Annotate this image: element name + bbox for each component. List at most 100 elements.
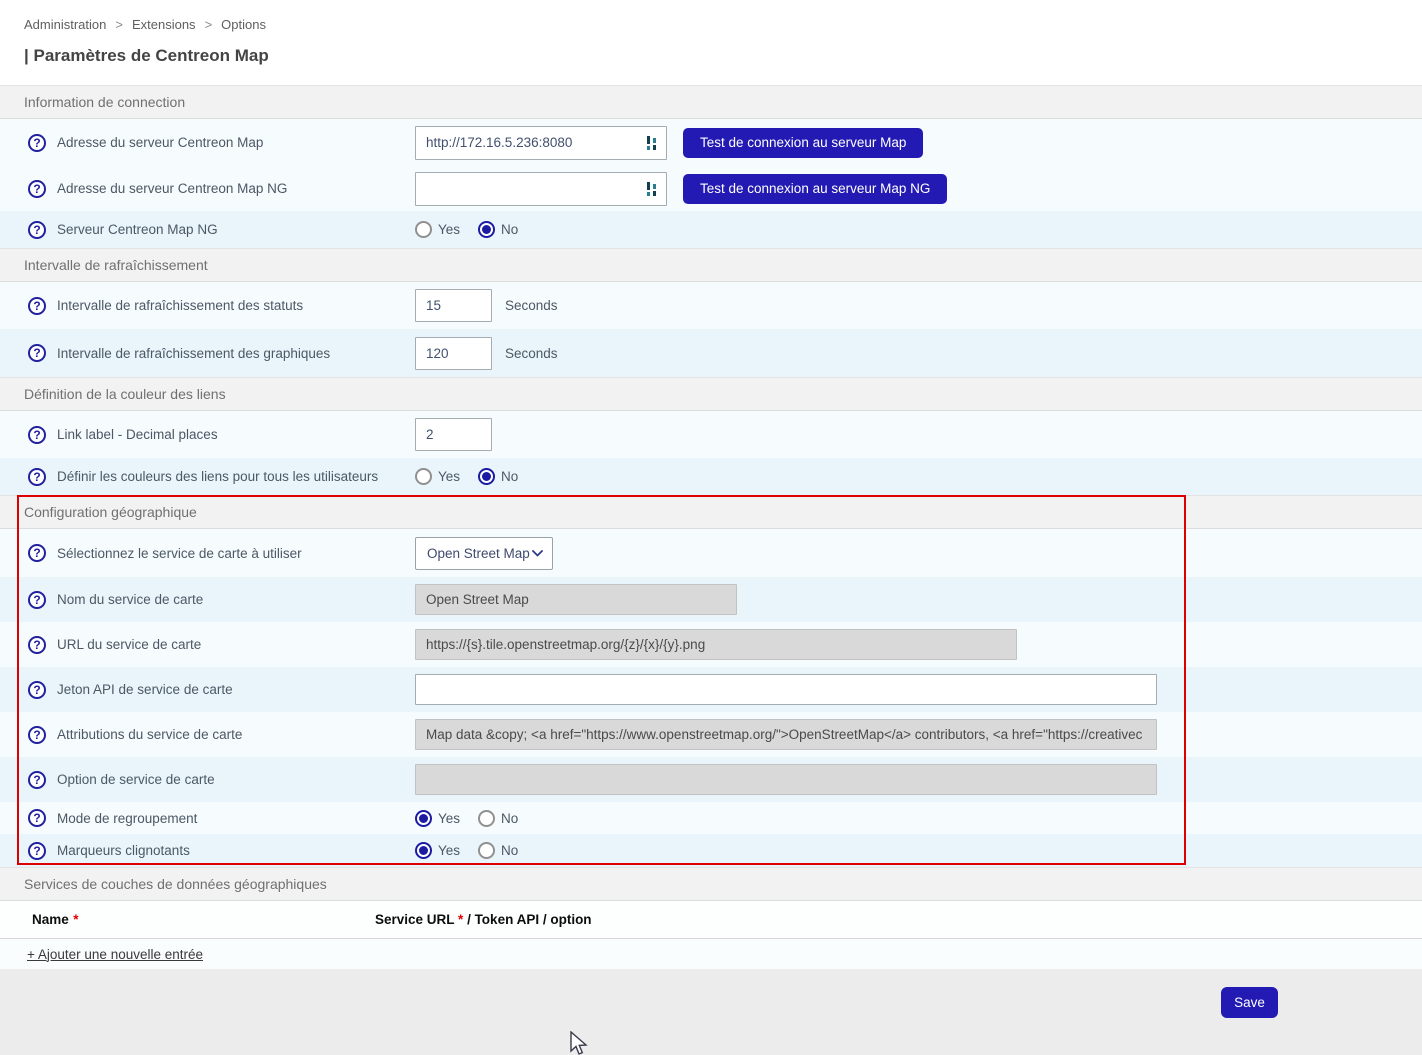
service-url-column-suffix: / Token API / option bbox=[463, 912, 591, 927]
help-icon[interactable]: ? bbox=[28, 221, 46, 239]
grouping-mode-radio-group: Yes No bbox=[415, 810, 518, 827]
row-controls bbox=[415, 764, 1157, 795]
breadcrumb-separator: > bbox=[205, 17, 213, 32]
status-interval-input[interactable] bbox=[415, 289, 492, 322]
row-label: ? Intervalle de rafraîchissement des sta… bbox=[0, 297, 415, 315]
blinking-markers-label: Marqueurs clignotants bbox=[57, 843, 190, 858]
help-icon[interactable]: ? bbox=[28, 468, 46, 486]
graph-interval-unit: Seconds bbox=[505, 346, 558, 361]
help-icon[interactable]: ? bbox=[28, 636, 46, 654]
row-controls: Open Street Map bbox=[415, 537, 553, 570]
help-icon[interactable]: ? bbox=[28, 591, 46, 609]
radio-yes[interactable]: Yes bbox=[415, 810, 460, 827]
help-icon[interactable]: ? bbox=[28, 842, 46, 860]
attributions-input bbox=[415, 719, 1157, 750]
service-url-input bbox=[415, 629, 1017, 660]
help-icon[interactable]: ? bbox=[28, 426, 46, 444]
help-icon[interactable]: ? bbox=[28, 771, 46, 789]
radio-no[interactable]: No bbox=[478, 810, 518, 827]
row-controls bbox=[415, 418, 492, 451]
row-label: ? URL du service de carte bbox=[0, 636, 415, 654]
radio-no-label: No bbox=[501, 811, 518, 826]
row-controls: Seconds bbox=[415, 289, 558, 322]
service-url-label: URL du service de carte bbox=[57, 637, 201, 652]
link-colors-radio-group: Yes No bbox=[415, 468, 518, 485]
section-header-refresh: Intervalle de rafraîchissement bbox=[0, 248, 1422, 282]
row-map-ng-server: ? Serveur Centreon Map NG Yes No bbox=[0, 211, 1422, 248]
add-entry-link[interactable]: + Ajouter une nouvelle entrée bbox=[27, 947, 203, 962]
decimal-places-label: Link label - Decimal places bbox=[57, 427, 218, 442]
map-address-label: Adresse du serveur Centreon Map bbox=[57, 135, 263, 150]
row-controls bbox=[415, 719, 1157, 750]
breadcrumb-options[interactable]: Options bbox=[221, 17, 266, 32]
map-ng-server-label: Serveur Centreon Map NG bbox=[57, 222, 218, 237]
breadcrumb-administration[interactable]: Administration bbox=[24, 17, 106, 32]
radio-no[interactable]: No bbox=[478, 221, 518, 238]
help-icon[interactable]: ? bbox=[28, 134, 46, 152]
help-icon[interactable]: ? bbox=[28, 544, 46, 562]
radio-no[interactable]: No bbox=[478, 468, 518, 485]
breadcrumb-extensions[interactable]: Extensions bbox=[132, 17, 196, 32]
row-label: ? Jeton API de service de carte bbox=[0, 681, 415, 699]
row-decimal-places: ? Link label - Decimal places bbox=[0, 411, 1422, 458]
radio-no[interactable]: No bbox=[478, 842, 518, 859]
api-token-label: Jeton API de service de carte bbox=[57, 682, 233, 697]
status-interval-label: Intervalle de rafraîchissement des statu… bbox=[57, 298, 303, 313]
graph-interval-input[interactable] bbox=[415, 337, 492, 370]
column-header-service-url: Service URL * / Token API / option bbox=[375, 911, 592, 929]
radio-no-label: No bbox=[501, 843, 518, 858]
radio-no-label: No bbox=[501, 222, 518, 237]
map-address-input[interactable] bbox=[426, 135, 646, 150]
help-icon[interactable]: ? bbox=[28, 809, 46, 827]
test-map-connection-button[interactable]: Test de connexion au serveur Map bbox=[683, 128, 923, 158]
section-header-layers: Services de couches de données géographi… bbox=[0, 867, 1422, 901]
radio-yes[interactable]: Yes bbox=[415, 468, 460, 485]
service-option-label: Option de service de carte bbox=[57, 772, 215, 787]
row-map-service-select: ? Sélectionnez le service de carte à uti… bbox=[0, 529, 1422, 577]
row-controls bbox=[415, 674, 1157, 705]
map-service-selected-value: Open Street Map bbox=[427, 546, 530, 561]
radio-icon bbox=[415, 842, 432, 859]
service-name-input bbox=[415, 584, 737, 615]
status-interval-unit: Seconds bbox=[505, 298, 558, 313]
help-icon[interactable]: ? bbox=[28, 726, 46, 744]
radio-yes[interactable]: Yes bbox=[415, 842, 460, 859]
row-controls: Yes No bbox=[415, 810, 518, 827]
required-asterisk: * bbox=[73, 912, 78, 927]
help-icon[interactable]: ? bbox=[28, 180, 46, 198]
row-controls: Test de connexion au serveur Map bbox=[415, 126, 923, 160]
link-colors-all-users-label: Définir les couleurs des liens pour tous… bbox=[57, 469, 378, 484]
row-label: ? Nom du service de carte bbox=[0, 591, 415, 609]
row-service-name: ? Nom du service de carte bbox=[0, 577, 1422, 622]
api-token-input[interactable] bbox=[415, 674, 1157, 705]
row-controls: Test de connexion au serveur Map NG bbox=[415, 172, 947, 206]
row-graph-interval: ? Intervalle de rafraîchissement des gra… bbox=[0, 329, 1422, 377]
row-label: ? Intervalle de rafraîchissement des gra… bbox=[0, 344, 415, 362]
map-address-input-wrap bbox=[415, 126, 667, 160]
row-controls: Yes No bbox=[415, 842, 518, 859]
help-icon[interactable]: ? bbox=[28, 297, 46, 315]
map-ng-address-input[interactable] bbox=[426, 181, 646, 196]
breadcrumb: Administration > Extensions > Options bbox=[24, 0, 1422, 32]
radio-icon bbox=[415, 221, 432, 238]
map-service-select[interactable]: Open Street Map bbox=[415, 537, 553, 570]
map-ng-address-label: Adresse du serveur Centreon Map NG bbox=[57, 181, 287, 196]
row-status-interval: ? Intervalle de rafraîchissement des sta… bbox=[0, 282, 1422, 329]
map-service-select-label: Sélectionnez le service de carte à utili… bbox=[57, 546, 302, 561]
row-label: ? Link label - Decimal places bbox=[0, 426, 415, 444]
row-controls bbox=[415, 629, 1017, 660]
radio-no-label: No bbox=[501, 469, 518, 484]
help-icon[interactable]: ? bbox=[28, 681, 46, 699]
radio-yes[interactable]: Yes bbox=[415, 221, 460, 238]
row-service-url: ? URL du service de carte bbox=[0, 622, 1422, 667]
row-controls: Yes No bbox=[415, 468, 518, 485]
row-link-colors-all-users: ? Définir les couleurs des liens pour to… bbox=[0, 458, 1422, 495]
help-icon[interactable]: ? bbox=[28, 344, 46, 362]
attributions-label: Attributions du service de carte bbox=[57, 727, 242, 742]
test-map-ng-connection-button[interactable]: Test de connexion au serveur Map NG bbox=[683, 174, 947, 204]
save-button[interactable]: Save bbox=[1221, 987, 1278, 1018]
decimal-places-input[interactable] bbox=[415, 418, 492, 451]
page-title: | Paramètres de Centreon Map bbox=[24, 46, 1422, 66]
row-map-address: ? Adresse du serveur Centreon Map Test d… bbox=[0, 119, 1422, 166]
radio-yes-label: Yes bbox=[438, 811, 460, 826]
